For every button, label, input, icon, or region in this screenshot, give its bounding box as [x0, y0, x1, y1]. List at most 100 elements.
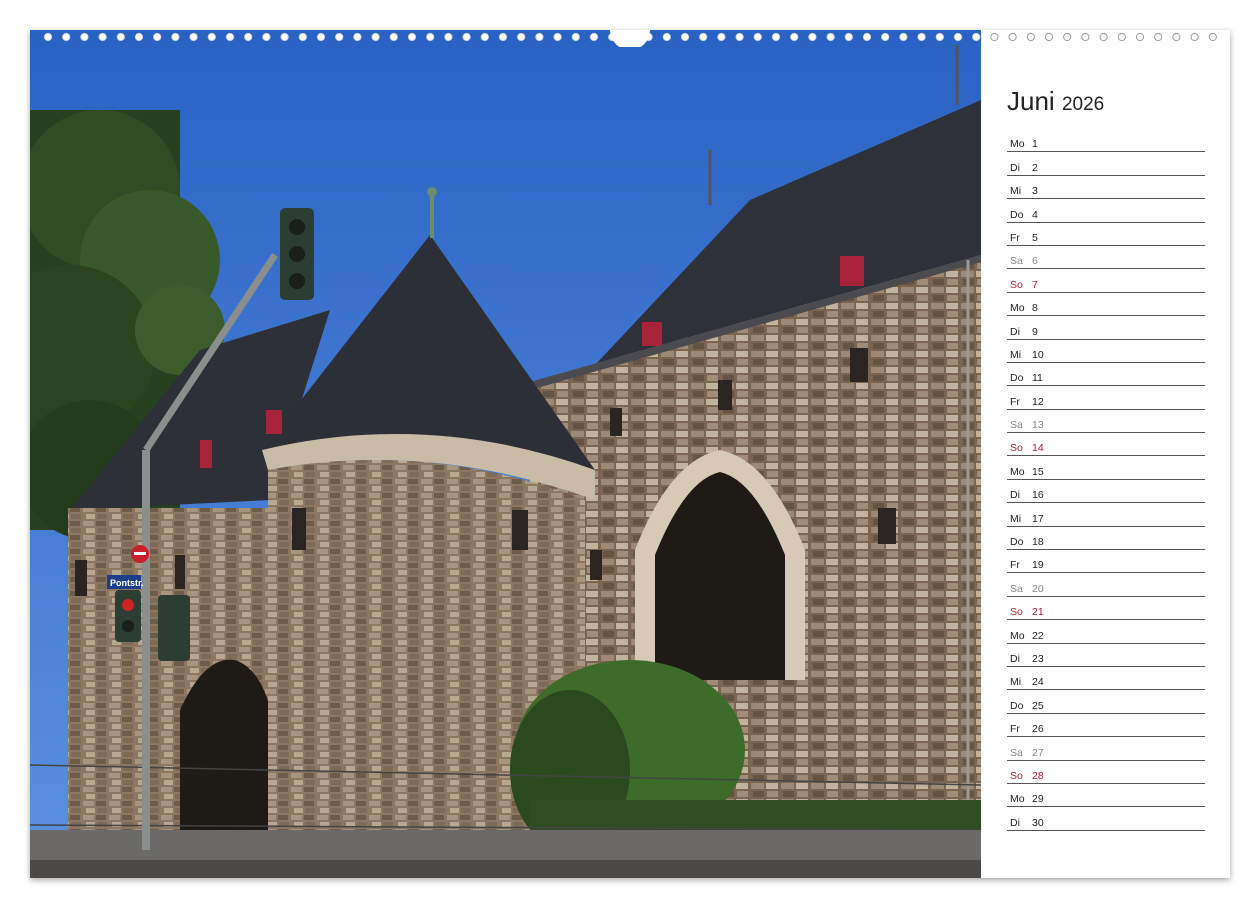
weekday-label: Do [1010, 699, 1024, 712]
binding-hole [881, 32, 890, 42]
day-number: 1 [1032, 138, 1038, 151]
calendar-panel: Juni 2026 Mo 1 Di 2 Mi 3 Do 4 Fr 5 Sa 6 So 7 Mo 8 Di 9 Mi 1… [1007, 86, 1205, 832]
day-row: Fr 12 [1007, 387, 1205, 410]
binding-hole [225, 32, 235, 42]
binding-hole [1044, 32, 1054, 42]
weekday-label: Mo [1010, 302, 1025, 315]
day-row: Sa 27 [1007, 738, 1205, 761]
day-number: 21 [1032, 606, 1044, 619]
binding-hole [80, 32, 89, 42]
day-number: 3 [1032, 185, 1038, 198]
binding-hole [1190, 32, 1199, 42]
binding-hole [808, 32, 817, 42]
binding-hole [589, 32, 599, 42]
day-number: 22 [1032, 629, 1044, 642]
binding-hole [116, 32, 125, 42]
day-row: Mi 3 [1007, 177, 1205, 200]
binding-hole [662, 32, 671, 42]
binding-hole [1135, 32, 1145, 42]
spiral-binding [30, 27, 1230, 47]
binding-hole [62, 32, 71, 42]
binding-hole [1008, 32, 1017, 42]
binding-hole [462, 32, 471, 42]
weekday-label: Do [1010, 536, 1024, 549]
weekday-label: Fr [1010, 231, 1020, 244]
day-row: Do 4 [1007, 200, 1205, 223]
day-number: 17 [1032, 512, 1044, 525]
binding-hole [535, 32, 544, 42]
day-row: So 21 [1007, 598, 1205, 621]
day-number: 15 [1032, 465, 1044, 478]
hanger-notch [610, 30, 650, 47]
binding-hole [498, 32, 508, 42]
binding-hole [990, 32, 999, 42]
binding-hole [826, 32, 835, 42]
binding-hole [735, 32, 744, 42]
binding-hole [43, 32, 53, 42]
day-row: Mo 22 [1007, 621, 1205, 644]
weekday-label: Mo [1010, 629, 1025, 642]
weekday-label: Sa [1010, 582, 1023, 595]
binding-hole [753, 32, 762, 42]
photo-ponttor: Pontstr. [30, 30, 981, 878]
binding-hole [1026, 32, 1035, 42]
weekday-label: So [1010, 606, 1023, 619]
binding-hole [935, 32, 944, 42]
day-number: 28 [1032, 769, 1044, 782]
weekday-label: Fr [1010, 723, 1020, 736]
binding-hole [571, 32, 580, 42]
day-list: Mo 1 Di 2 Mi 3 Do 4 Fr 5 Sa 6 So 7 Mo 8 Di 9 Mi 10 Do 11 Fr 12 S… [1007, 130, 1205, 831]
day-number: 30 [1032, 816, 1044, 829]
day-number: 2 [1032, 161, 1038, 174]
day-row: Di 2 [1007, 153, 1205, 176]
binding-hole [280, 32, 289, 42]
weekday-label: Di [1010, 325, 1020, 338]
binding-hole [953, 32, 963, 42]
day-row: Mo 15 [1007, 457, 1205, 480]
binding-hole [426, 32, 435, 42]
day-number: 8 [1032, 302, 1038, 315]
binding-hole [171, 32, 180, 42]
binding-hole [153, 32, 162, 42]
day-number: 20 [1032, 582, 1044, 595]
day-number: 23 [1032, 652, 1044, 665]
binding-hole [98, 32, 107, 42]
month-title: Juni 2026 [1007, 86, 1205, 117]
street-sign: Pontstr. [110, 578, 144, 588]
binding-hole [207, 32, 216, 42]
weekday-label: Fr [1010, 395, 1020, 408]
day-number: 24 [1032, 676, 1044, 689]
day-number: 10 [1032, 348, 1044, 361]
binding-hole [480, 32, 489, 42]
binding-hole [1154, 32, 1163, 42]
day-number: 6 [1032, 255, 1038, 268]
day-row: Sa 20 [1007, 574, 1205, 597]
day-row: So 7 [1007, 270, 1205, 293]
weekday-label: Sa [1010, 419, 1023, 432]
day-row: Mi 24 [1007, 668, 1205, 691]
day-row: Sa 6 [1007, 247, 1205, 270]
day-number: 5 [1032, 231, 1038, 244]
binding-hole [680, 32, 690, 42]
weekday-label: Do [1010, 372, 1024, 385]
binding-hole [844, 32, 853, 42]
day-number: 11 [1032, 372, 1043, 385]
binding-hole [335, 32, 344, 42]
day-number: 4 [1032, 208, 1038, 221]
day-number: 27 [1032, 746, 1044, 759]
day-row: Fr 26 [1007, 715, 1205, 738]
binding-hole [316, 32, 326, 42]
day-number: 9 [1032, 325, 1038, 338]
binding-hole [1099, 32, 1108, 42]
day-row: Sa 13 [1007, 411, 1205, 434]
binding-hole [262, 32, 271, 42]
binding-hole [189, 32, 198, 42]
month-year: 2026 [1061, 94, 1105, 115]
binding-hole [517, 32, 526, 42]
binding-hole [1172, 32, 1181, 42]
day-row: Di 23 [1007, 645, 1205, 667]
binding-hole [917, 32, 926, 42]
day-row: Do 11 [1007, 364, 1205, 387]
day-number: 13 [1032, 419, 1044, 432]
month-name: Juni [1007, 86, 1055, 116]
